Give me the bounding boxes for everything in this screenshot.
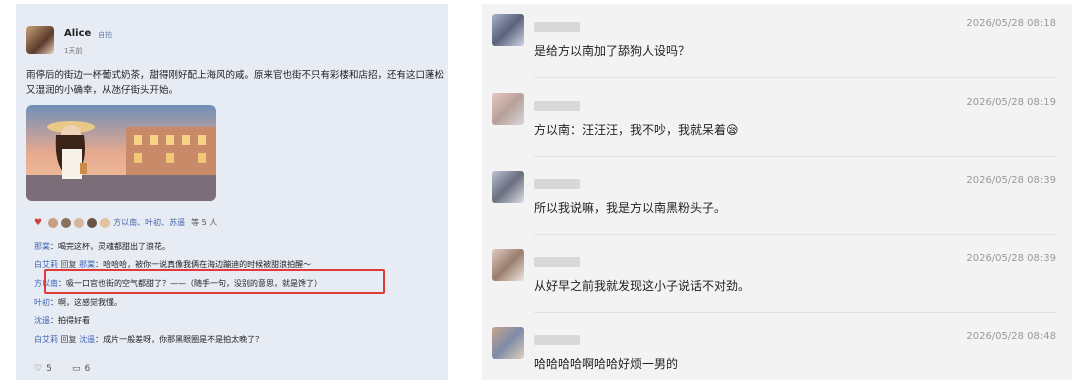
comment-author[interactable]: 那棠 bbox=[34, 242, 50, 251]
avatar[interactable] bbox=[492, 249, 524, 281]
message-text: 从好早之前我就发现这小子说话不对劲。 bbox=[534, 279, 751, 293]
heart-icon: ♥ bbox=[34, 217, 43, 228]
post-time: 1天前 bbox=[64, 47, 83, 55]
comment-separator: ： bbox=[50, 242, 58, 251]
like-count: 5 bbox=[46, 364, 52, 374]
comment-separator: ： bbox=[95, 335, 104, 344]
chat-message[interactable]: 2026/05/28 08:39 所以我说嘛，我是方以南黑粉头子。 bbox=[482, 161, 1072, 235]
chat-message[interactable]: 2026/05/28 08:18 是给方以南加了舔狗人设吗？ bbox=[482, 4, 1072, 78]
message-text: 哈哈哈哈啊哈哈好烦一男的 bbox=[534, 357, 679, 371]
avatar bbox=[48, 217, 59, 228]
sender-name-blurred bbox=[534, 179, 580, 189]
post-tag: 自拍 bbox=[98, 31, 112, 39]
heart-outline-icon: ♡ bbox=[34, 364, 43, 374]
comment-separator: ： bbox=[50, 316, 58, 325]
comment-text: 哈哈哈，被你一说真像我俩在海边蹦迪的时候被甜浪拍醒～ bbox=[103, 260, 312, 269]
comment-separator: ： bbox=[95, 260, 104, 269]
chat-message[interactable]: 2026/05/28 08:19 方以南：汪汪汪，我不吵，我就呆着😪 bbox=[482, 83, 1072, 157]
sender-name-blurred bbox=[534, 101, 580, 111]
divider bbox=[534, 77, 1056, 78]
chat-history-panel: 2026/05/28 08:18 是给方以南加了舔狗人设吗？ 2026/05/2… bbox=[482, 4, 1072, 380]
divider bbox=[534, 234, 1056, 235]
avatar bbox=[87, 217, 98, 228]
message-timestamp: 2026/05/28 08:19 bbox=[966, 97, 1056, 108]
comment-item[interactable]: 那棠：喝完这杯，灵魂都甜出了浪花。 bbox=[34, 241, 170, 252]
sender-name-blurred bbox=[534, 22, 580, 32]
post-username[interactable]: Alice bbox=[64, 28, 91, 39]
comment-count: 6 bbox=[84, 364, 91, 374]
comment-reply-target[interactable]: 那棠 bbox=[79, 260, 95, 269]
chat-message[interactable]: 2026/05/28 08:48 哈哈哈哈啊哈哈好烦一男的 bbox=[482, 317, 1072, 380]
comment-text: 拍得好看 bbox=[58, 316, 90, 325]
avatar bbox=[61, 217, 72, 228]
comment-item[interactable]: 叶初：啊，这感觉我懂。 bbox=[34, 297, 122, 308]
likes-row[interactable]: ♥ 方以南、叶初、苏遥 等 5 人 bbox=[34, 217, 217, 228]
post-photo[interactable] bbox=[26, 105, 216, 201]
comment-author[interactable]: 沈遥 bbox=[34, 316, 50, 325]
message-text: 方以南：汪汪汪，我不吵，我就呆着😪 bbox=[534, 123, 739, 137]
avatar[interactable] bbox=[492, 14, 524, 46]
comment-author[interactable]: 叶初 bbox=[34, 298, 50, 307]
comment-text: 喝完这杯，灵魂都甜出了浪花。 bbox=[58, 242, 170, 251]
chat-message[interactable]: 2026/05/28 08:39 从好早之前我就发现这小子说话不对劲。 bbox=[482, 239, 1072, 313]
highlight-box bbox=[44, 269, 385, 294]
message-timestamp: 2026/05/28 08:39 bbox=[966, 253, 1056, 264]
sender-name-blurred bbox=[534, 335, 580, 345]
comment-text: 啊，这感觉我懂。 bbox=[58, 298, 122, 307]
sender-name-blurred bbox=[534, 257, 580, 267]
message-timestamp: 2026/05/28 08:18 bbox=[966, 18, 1056, 29]
comment-author[interactable]: 白艾莉 bbox=[34, 260, 58, 269]
comment-author[interactable]: 白艾莉 bbox=[34, 335, 58, 344]
comment-item[interactable]: 沈遥：拍得好看 bbox=[34, 315, 90, 326]
avatar bbox=[100, 217, 111, 228]
message-timestamp: 2026/05/28 08:48 bbox=[966, 331, 1056, 342]
avatar[interactable] bbox=[492, 171, 524, 203]
message-text: 所以我说嘛，我是方以南黑粉头子。 bbox=[534, 201, 727, 215]
moment-post-panel: Alice 自拍 1天前 雨停后的街边一杯葡式奶茶，甜得刚好配上海风的咸。原来官… bbox=[16, 4, 448, 380]
like-button[interactable]: ♡ 5 bbox=[34, 364, 52, 374]
avatar[interactable] bbox=[492, 93, 524, 125]
comment-separator: ： bbox=[50, 298, 58, 307]
avatar bbox=[74, 217, 85, 228]
divider bbox=[534, 156, 1056, 157]
comment-reply-label: 回复 bbox=[58, 260, 80, 269]
message-timestamp: 2026/05/28 08:39 bbox=[966, 175, 1056, 186]
comment-text: 成片一般差呀，你那黑眼圈是不是拍太晚了？ bbox=[103, 335, 264, 344]
divider bbox=[534, 312, 1056, 313]
likers-names[interactable]: 方以南、叶初、苏遥 bbox=[113, 217, 185, 228]
avatar[interactable] bbox=[492, 327, 524, 359]
avatar[interactable] bbox=[26, 26, 54, 54]
comment-button[interactable]: ▭ 6 bbox=[72, 364, 90, 374]
message-text: 是给方以南加了舔狗人设吗？ bbox=[534, 44, 691, 58]
post-body: 雨停后的街边一杯葡式奶茶，甜得刚好配上海风的咸。原来官也街不只有彩楼和店招，还有… bbox=[26, 70, 445, 96]
comment-reply-target[interactable]: 沈遥 bbox=[79, 335, 95, 344]
comment-reply-label: 回复 bbox=[58, 335, 80, 344]
likers-more: 等 5 人 bbox=[191, 218, 218, 227]
comment-icon: ▭ bbox=[72, 364, 81, 374]
comment-item[interactable]: 白艾莉 回复 沈遥：成片一般差呀，你那黑眼圈是不是拍太晚了？ bbox=[34, 334, 263, 345]
